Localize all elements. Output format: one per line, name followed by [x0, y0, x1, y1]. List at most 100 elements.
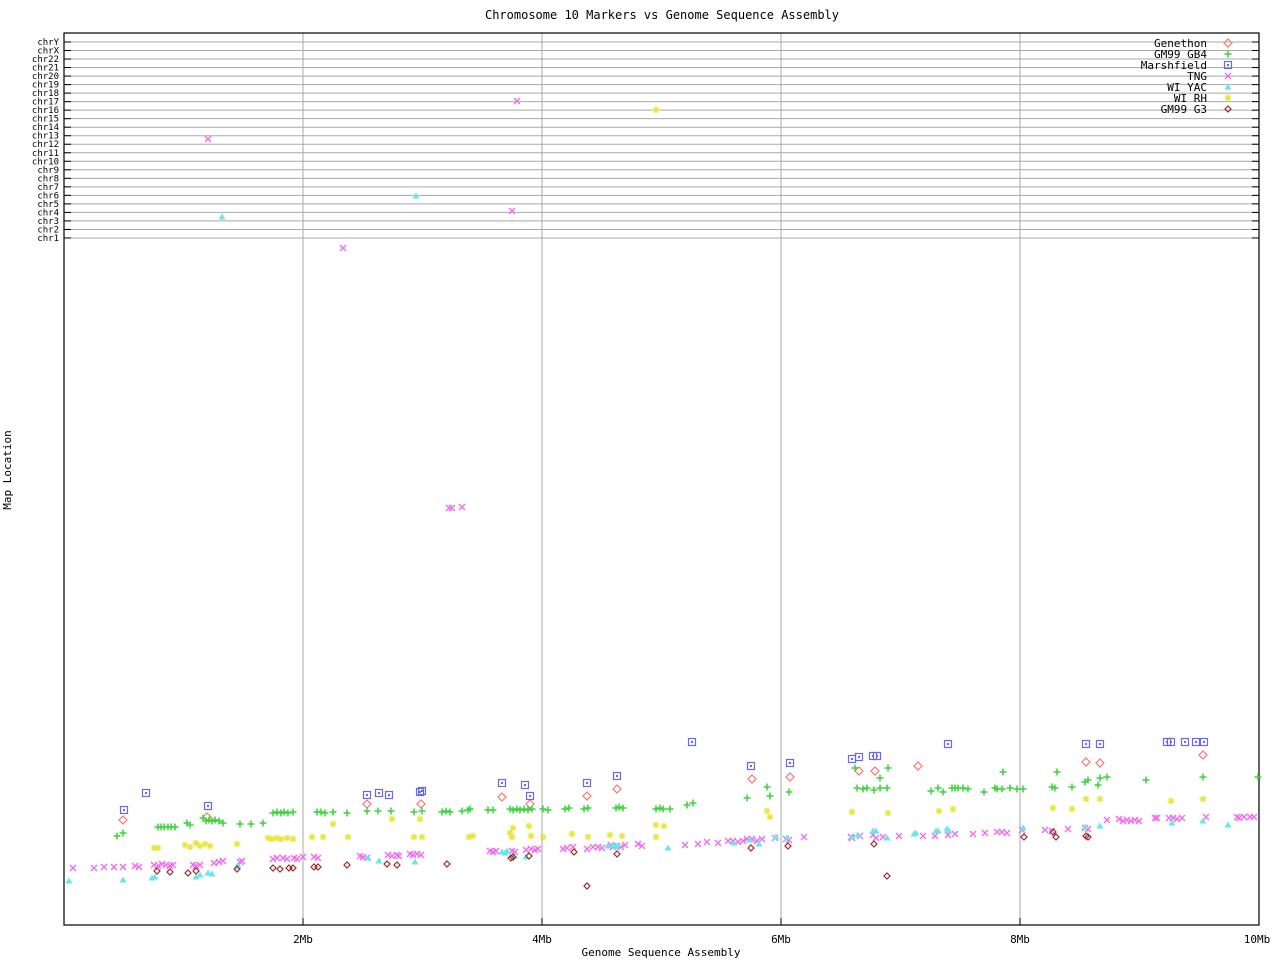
marker-wi-rh	[469, 832, 477, 840]
marker-gm99-g3	[393, 861, 401, 869]
marker-tng	[981, 829, 989, 837]
marker-marshfield	[854, 752, 864, 762]
marker-tng	[951, 830, 959, 838]
marker-genethon	[1081, 757, 1091, 767]
marker-gm99-gb4	[883, 784, 891, 792]
marker-tng	[508, 207, 516, 215]
y-axis-label: Map Location	[1, 430, 14, 509]
marker-gm99-g3	[153, 867, 161, 875]
marker-gm99-gb4	[561, 805, 569, 813]
marker-wi-rh	[584, 833, 592, 841]
marker-gm99-gb4	[489, 806, 497, 814]
marker-tng	[100, 863, 108, 871]
marker-genethon	[118, 815, 128, 825]
marker-gm99-gb4	[442, 807, 450, 815]
marker-gm99-gb4	[236, 820, 244, 828]
marker-gm99-g3	[883, 872, 891, 880]
marker-gm99-g3	[613, 850, 621, 858]
marker-genethon	[785, 772, 795, 782]
marker-gm99-gb4	[998, 785, 1006, 793]
marker-marshfield	[1081, 739, 1091, 749]
marker-marshfield	[612, 771, 622, 781]
marker-gm99-gb4	[113, 832, 121, 840]
grid-layer	[64, 33, 1259, 925]
marker-tng	[1103, 816, 1111, 824]
marker-wi-rh	[289, 835, 297, 843]
marker-gm99-gb4	[438, 808, 446, 816]
marker-wi-rh	[1049, 804, 1057, 812]
marker-marshfield	[1199, 737, 1209, 747]
marker-marshfield	[746, 761, 756, 771]
marker-gm99-gb4	[247, 820, 255, 828]
x-tick-label: 8Mb	[1010, 933, 1030, 946]
marker-gm99-gb4	[410, 808, 418, 816]
marker-gm99-g3	[285, 864, 293, 872]
marker-wi-rh	[329, 820, 337, 828]
x-tick-label: 6Mb	[771, 933, 791, 946]
marker-marshfield	[141, 788, 151, 798]
marker-gm99-g3	[443, 860, 451, 868]
marker-wi-rh	[1068, 805, 1076, 813]
marker-gm99-gb4	[683, 801, 691, 809]
marker-genethon	[582, 791, 592, 801]
marker-marshfield	[520, 780, 530, 790]
x-tick-label: 10Mb	[1244, 933, 1271, 946]
marker-gm99-gb4	[927, 787, 935, 795]
marker-gm99-g3	[314, 863, 322, 871]
marker-wi-yac	[65, 877, 73, 884]
marker-gm99-gb4	[580, 805, 588, 813]
marker-gm99-gb4	[374, 807, 382, 815]
marker-gm99-gb4	[859, 785, 867, 793]
marker-wi-rh	[344, 833, 352, 841]
marker-marshfield	[497, 778, 507, 788]
marker-gm99-gb4	[520, 805, 528, 813]
marker-gm99-gb4	[1006, 784, 1014, 792]
marker-gm99-g3-legend	[1224, 105, 1232, 113]
marker-gm99-gb4	[619, 804, 627, 812]
marker-marshfield	[582, 778, 592, 788]
marker-tng	[583, 845, 591, 853]
marker-gm99-gb4	[387, 807, 395, 815]
marker-gm99-gb4	[171, 823, 179, 831]
marker-wi-yac	[375, 857, 383, 864]
marker-gm99-gb4	[1096, 774, 1104, 782]
marker-gm99-gb4	[458, 807, 466, 815]
marker-gm99-g3	[166, 868, 174, 876]
marker-gm99-gb4	[446, 808, 454, 816]
marker-gm99-gb4	[1199, 773, 1207, 781]
x-tick-label: 4Mb	[532, 933, 552, 946]
marker-wi-rh	[233, 840, 241, 848]
marker-gm99-gb4	[544, 806, 552, 814]
marker-gm99-gb4	[1068, 783, 1076, 791]
marker-wi-rh	[525, 822, 533, 830]
marker-wi-rh	[763, 807, 771, 815]
marker-tng	[1003, 829, 1011, 837]
marker-marshfield	[943, 739, 953, 749]
marker-gm99-gb4	[876, 774, 884, 782]
marker-wi-rh	[606, 831, 614, 839]
marker-gm99-gb4	[1142, 776, 1150, 784]
marker-wi-rh	[319, 833, 327, 841]
marker-marshfield	[119, 805, 129, 815]
marker-wi-rh	[949, 805, 957, 813]
marker-tng	[69, 864, 77, 872]
marker-gm99-gb4	[1103, 773, 1111, 781]
marker-tng	[119, 863, 127, 871]
marker-wi-rh	[652, 833, 660, 841]
marker-gm99-gb4	[689, 799, 697, 807]
marker-wi-yac	[664, 844, 672, 851]
marker-tng	[458, 503, 466, 511]
marker-tng	[895, 832, 903, 840]
marker-marshfield	[1191, 737, 1201, 747]
marker-genethon	[1095, 758, 1105, 768]
marker-tng	[1250, 813, 1258, 821]
marker-wi-rh	[509, 824, 517, 832]
marker-gm99-g3	[289, 864, 297, 872]
marker-gm99-g3	[343, 861, 351, 869]
marker-wi-yac	[854, 831, 862, 838]
marker-gm99-gb4	[269, 809, 277, 817]
scatter-plot: chrYchrXchr22chr21chr20chr19chr18chr17ch…	[1, 8, 1271, 959]
marker-wi-rh	[1167, 797, 1175, 805]
marker-marshfield	[847, 754, 857, 764]
marker-wi-rh	[1096, 795, 1104, 803]
